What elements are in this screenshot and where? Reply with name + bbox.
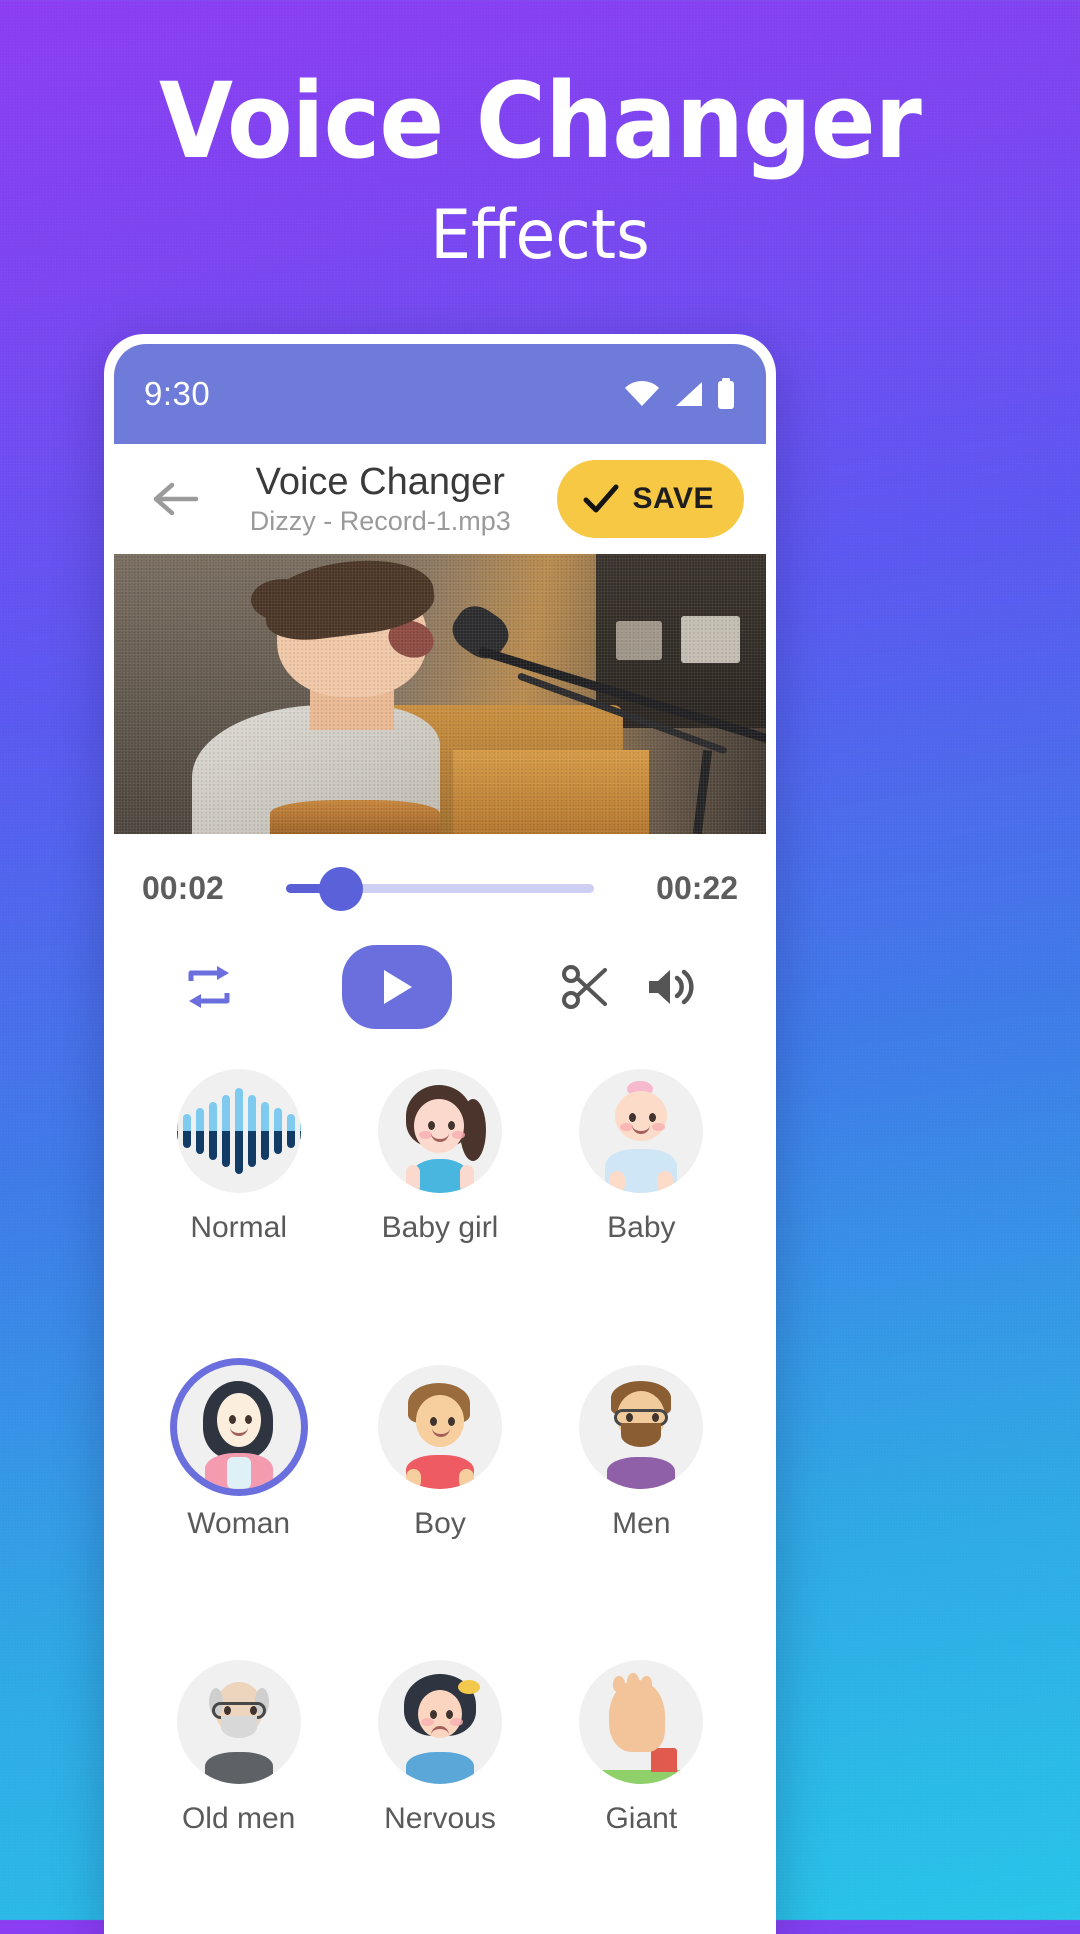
- baby-girl-icon: [377, 1069, 502, 1193]
- status-time: 9:30: [144, 375, 211, 412]
- effect-item-label: Men: [612, 1506, 671, 1540]
- effect-item-label: Baby girl: [381, 1211, 499, 1244]
- baby-icon-art: [579, 1069, 703, 1193]
- effect-item-baby-girl[interactable]: Baby girl: [339, 1069, 540, 1343]
- seek-slider-thumb[interactable]: [319, 866, 364, 911]
- waveform-icon: [176, 1069, 301, 1193]
- woman-icon: [176, 1364, 301, 1489]
- effect-item-nervous[interactable]: Nervous: [339, 1660, 540, 1934]
- page-title: Voice Changer: [255, 460, 505, 503]
- effect-item-label: Boy: [414, 1506, 466, 1540]
- effect-item-old-men[interactable]: Old men: [138, 1660, 339, 1934]
- preview-film-grain: [114, 554, 766, 834]
- play-icon: [384, 970, 412, 1004]
- repeat-icon: [188, 966, 230, 1008]
- effect-item-label: Giant: [605, 1802, 678, 1836]
- effect-item-label: Normal: [190, 1211, 287, 1244]
- trim-button[interactable]: [542, 963, 628, 1011]
- wifi-icon: [625, 380, 659, 406]
- scissors-icon: [562, 965, 607, 1009]
- old-men-icon: [176, 1660, 301, 1785]
- giant-icon-art: [579, 1660, 704, 1785]
- baby-icon: [579, 1069, 704, 1193]
- back-arrow-icon: [153, 482, 198, 516]
- signal-icon: [676, 382, 702, 406]
- video-preview[interactable]: [114, 554, 766, 834]
- seek-row: 00:02 00:22: [114, 834, 766, 921]
- giant-icon: [579, 1660, 704, 1785]
- men-icon: [579, 1364, 704, 1489]
- effect-item-giant[interactable]: Giant: [541, 1660, 742, 1934]
- save-button[interactable]: SAVE: [556, 460, 744, 538]
- nervous-icon: [377, 1660, 502, 1785]
- effect-item-label: Nervous: [384, 1802, 496, 1836]
- play-button[interactable]: [342, 945, 452, 1029]
- boy-icon: [377, 1364, 502, 1489]
- effect-item-normal[interactable]: Normal: [138, 1069, 339, 1343]
- giant-grass: [579, 1770, 704, 1785]
- save-button-label: SAVE: [632, 482, 714, 515]
- effect-item-label: Old men: [181, 1802, 296, 1836]
- nervous-icon-art: [378, 1660, 502, 1785]
- old-men-icon-art: [177, 1660, 301, 1785]
- promo-title: Voice Changer: [159, 60, 922, 182]
- effect-item-woman[interactable]: Woman: [138, 1364, 339, 1639]
- baby-girl-icon-art: [378, 1069, 502, 1193]
- back-button[interactable]: [140, 464, 210, 534]
- status-icons: [624, 378, 736, 410]
- effects-grid: Normal Baby girl Baby Woman Boy Men Old men Ner…: [114, 1059, 766, 1934]
- current-time-label: 00:02: [142, 870, 224, 906]
- effect-item-label: Woman: [187, 1506, 291, 1540]
- effect-item-baby[interactable]: Baby: [541, 1069, 742, 1343]
- effect-item-label: Baby: [607, 1211, 676, 1244]
- app-bar: Voice Changer Dizzy - Record-1.mp3 SAVE: [114, 444, 766, 554]
- transport-controls: [114, 921, 766, 1059]
- volume-button[interactable]: [628, 964, 714, 1010]
- promo-heading-block: Voice Changer Effects: [0, 66, 1080, 275]
- phone-screen: 9:30 Voice Changer Dizzy - Record-1.mp3: [114, 344, 766, 1934]
- status-bar: 9:30: [114, 344, 766, 444]
- waveform-icon-art: [176, 1088, 301, 1174]
- promo-subtitle: Effects: [430, 196, 650, 276]
- boy-icon-art: [378, 1365, 502, 1489]
- volume-icon: [649, 969, 694, 1005]
- effect-item-boy[interactable]: Boy: [339, 1364, 540, 1639]
- file-name-subtitle: Dizzy - Record-1.mp3: [249, 506, 511, 537]
- repeat-button[interactable]: [166, 963, 252, 1011]
- phone-mockup: 9:30 Voice Changer Dizzy - Record-1.mp3: [104, 334, 776, 1934]
- men-icon-art: [579, 1365, 703, 1489]
- battery-icon: [718, 378, 734, 409]
- total-time-label: 00:22: [656, 870, 738, 906]
- effect-item-men[interactable]: Men: [541, 1364, 742, 1639]
- seek-slider[interactable]: [286, 866, 594, 911]
- woman-icon-art: [177, 1365, 301, 1489]
- check-icon: [583, 484, 619, 513]
- app-bar-titles: Voice Changer Dizzy - Record-1.mp3: [210, 461, 557, 538]
